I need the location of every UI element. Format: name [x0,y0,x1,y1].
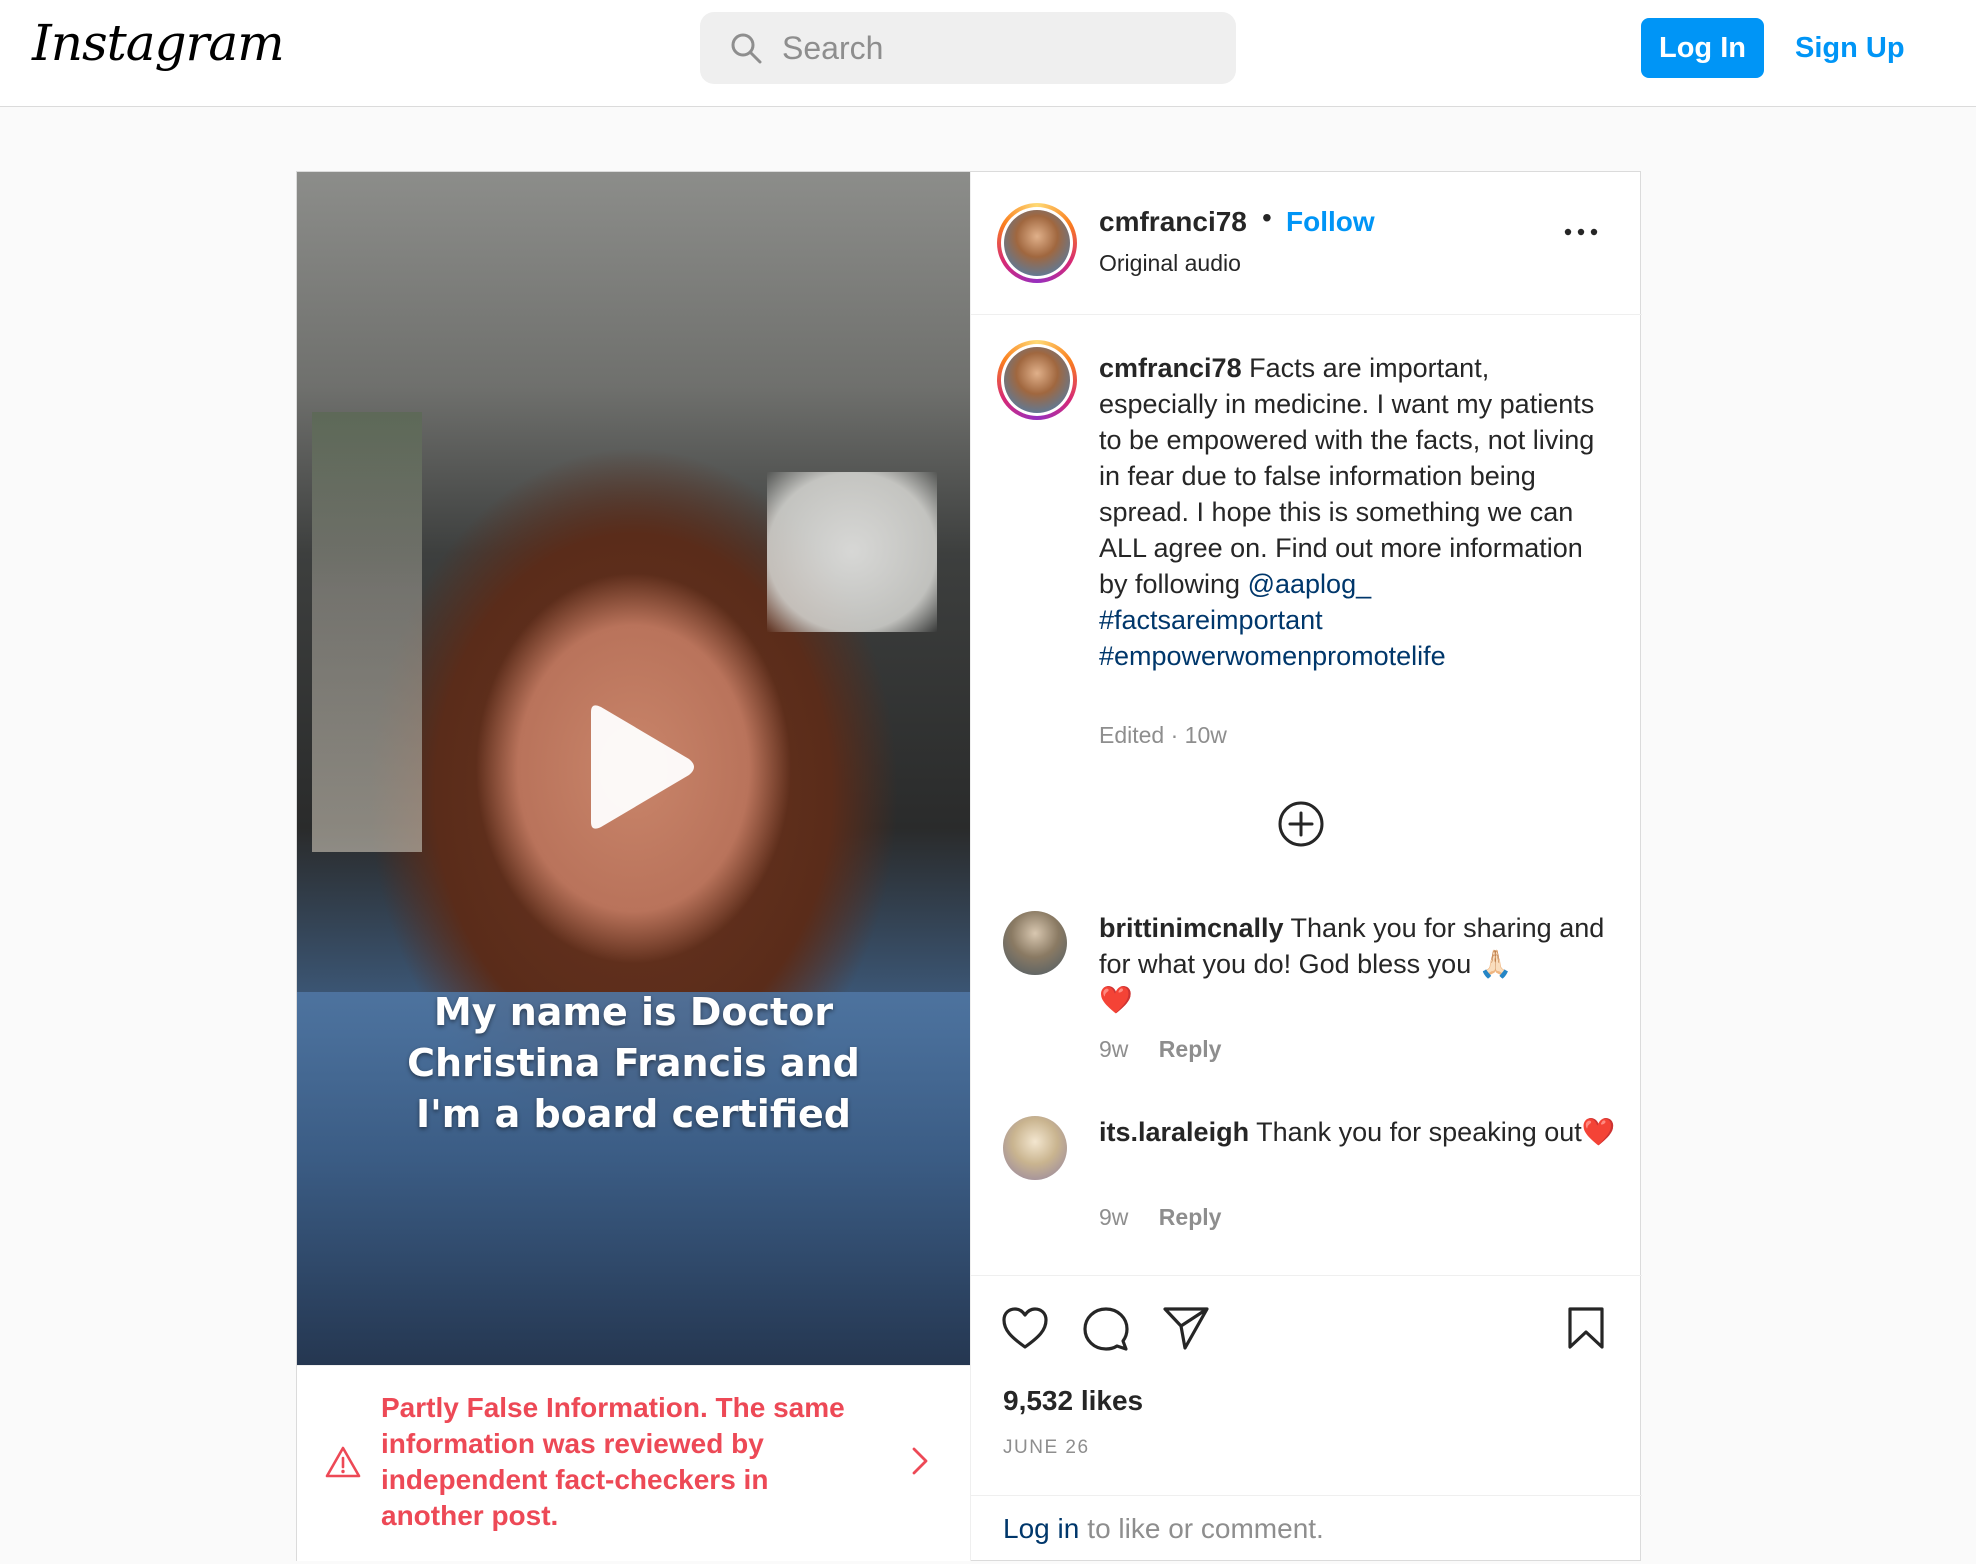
video-side-window [312,412,422,852]
caption-meta: Edited · 10w [1099,722,1227,748]
chevron-right-icon[interactable] [911,1446,929,1476]
comment-avatar[interactable] [1003,1116,1067,1180]
bookmark-icon[interactable] [1567,1306,1605,1350]
post-author-username[interactable]: cmfranci78 [1099,206,1247,238]
comment-item: brittinimcnally Thank you for sharing an… [1099,910,1619,1018]
fact-check-banner[interactable]: Partly False Information. The same infor… [297,1365,970,1561]
comment-avatar[interactable] [1003,911,1067,975]
comment-text: Thank you for speaking out [1256,1117,1582,1147]
video-caption-line: I'm a board certified [416,1092,851,1136]
video-caption-line: My name is Doctor [433,990,834,1034]
heart-icon[interactable] [1001,1306,1049,1350]
comment-meta: 9w Reply [1099,1204,1221,1231]
search-box[interactable] [700,12,1236,84]
post-card: My name is Doctor Christina Francis and … [296,171,1642,1561]
comment-time: 9w [1099,1204,1129,1230]
mention-link[interactable]: @aaplog_ [1248,569,1372,599]
avatar[interactable] [997,203,1077,283]
caption-avatar[interactable] [997,340,1077,420]
warning-icon [325,1446,361,1478]
video-caption-overlay: My name is Doctor Christina Francis and … [297,987,970,1140]
comment-meta: 9w Reply [1099,1036,1221,1063]
more-icon[interactable] [1564,228,1598,236]
login-button[interactable]: Log In [1641,18,1764,78]
audio-label[interactable]: Original audio [1099,250,1241,277]
signup-link[interactable]: Sign Up [1795,18,1905,78]
separator-dot: • [1262,202,1272,233]
follow-button[interactable]: Follow [1286,206,1375,238]
post-video[interactable]: My name is Doctor Christina Francis and … [297,172,970,1365]
post-caption: cmfranci78 Facts are important, especial… [1099,350,1599,674]
reply-button[interactable]: Reply [1159,1204,1222,1230]
share-icon[interactable] [1163,1306,1209,1350]
play-icon[interactable] [577,702,697,832]
video-caption-line: Christina Francis and [407,1041,860,1085]
comment-username[interactable]: brittinimcnally [1099,913,1284,943]
caption-text: Facts are important, especially in medic… [1099,353,1595,599]
video-rear-window [767,472,937,632]
hashtag-link[interactable]: #empowerwomenpromotelife [1099,641,1446,671]
comment-username[interactable]: its.laraleigh [1099,1117,1249,1147]
comment-item: its.laraleigh Thank you for speaking out… [1099,1114,1619,1150]
comment-emoji: ❤️ [1581,1117,1616,1147]
reply-button[interactable]: Reply [1159,1036,1222,1062]
likes-count[interactable]: 9,532 likes [1003,1385,1143,1417]
post-sidebar: cmfranci78 • Follow Original audio cmfra… [970,172,1642,1561]
search-icon [731,33,762,64]
comment-icon[interactable] [1083,1306,1129,1352]
post-date: JUNE 26 [1003,1437,1090,1458]
login-prompt: Log in to like or comment. [971,1495,1642,1561]
search-input[interactable] [782,29,1202,67]
post-header: cmfranci78 • Follow Original audio [971,172,1642,315]
login-prompt-text: to like or comment. [1087,1512,1324,1544]
add-circle-icon[interactable] [1277,800,1325,848]
instagram-logo[interactable]: Instagram [32,14,285,72]
hashtag-link[interactable]: #factsareimportant [1099,605,1323,635]
fact-check-text: Partly False Information. The same infor… [381,1392,845,1531]
top-navigation-bar: Instagram Log In Sign Up [0,0,1976,107]
comment-time: 9w [1099,1036,1129,1062]
caption-username[interactable]: cmfranci78 [1099,353,1242,383]
comment-emoji: ❤️ [1099,985,1133,1015]
login-link[interactable]: Log in [1003,1513,1079,1545]
action-bar [971,1275,1642,1365]
